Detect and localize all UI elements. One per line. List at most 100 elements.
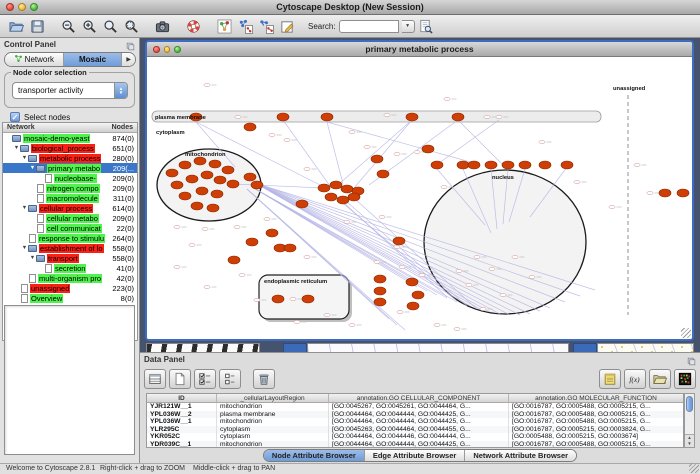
network-node-selected[interactable]: [341, 185, 353, 193]
network-edge[interactable]: [439, 120, 499, 163]
table-cell[interactable]: cytoplasm: [217, 433, 329, 441]
network-node-selected[interactable]: [166, 169, 178, 177]
float-panel-icon[interactable]: [125, 39, 135, 49]
select-nodes-checkbox[interactable]: ✓: [10, 112, 20, 122]
network-edge[interactable]: [283, 120, 330, 186]
network-node-unselected[interactable]: [529, 275, 535, 278]
expand-triangle-icon[interactable]: ▼: [21, 205, 28, 211]
attribute-editor-button[interactable]: [599, 369, 621, 389]
network-node-selected[interactable]: [519, 161, 531, 169]
network-node-selected[interactable]: [214, 176, 226, 184]
table-cell[interactable]: [GO:0045263, GO:0044464, GO:0044455, G..…: [329, 426, 509, 434]
scrollbar-arrows[interactable]: ▲▼: [685, 434, 694, 447]
network-node-selected[interactable]: [457, 161, 469, 169]
network-tree-item[interactable]: mosaic-demo-yeast874(0): [3, 133, 137, 143]
network-tree-item[interactable]: ▼metabolic process280(0): [3, 153, 137, 163]
network-node-unselected[interactable]: [324, 313, 330, 316]
table-row[interactable]: YDR039C__1mitochondrion[GO:0044464, GO:0…: [147, 441, 683, 448]
network-node-unselected[interactable]: [290, 297, 296, 300]
zoom-window-icon[interactable]: [174, 46, 181, 53]
network-node-unselected[interactable]: [204, 285, 210, 288]
network-node-selected[interactable]: [412, 291, 424, 299]
network-node-selected[interactable]: [266, 229, 278, 237]
close-icon[interactable]: [6, 3, 14, 11]
network-node-selected[interactable]: [325, 193, 337, 201]
network-node-selected[interactable]: [179, 161, 191, 169]
column-header[interactable]: _cellularLayoutRegion: [217, 394, 329, 403]
delete-attribute-button[interactable]: [253, 369, 275, 389]
network-node-selected[interactable]: [406, 278, 418, 286]
table-cell[interactable]: mitochondrion: [217, 403, 329, 411]
network-edge[interactable]: [458, 120, 503, 165]
tab-mosaic[interactable]: Mosaic: [64, 53, 123, 66]
network-node-selected[interactable]: [337, 196, 349, 204]
network-node-unselected[interactable]: [254, 298, 260, 301]
network-node-unselected[interactable]: [394, 245, 400, 248]
network-node-unselected[interactable]: [364, 145, 370, 148]
tab-node-attribute-browser[interactable]: Node Attribute Browser: [264, 450, 365, 461]
search-dropdown-button[interactable]: ▼: [402, 20, 415, 33]
network-node-unselected[interactable]: [394, 152, 400, 155]
network-tree-item[interactable]: unassigned223(0): [3, 283, 137, 293]
table-cell[interactable]: [GO:0005488, GO:0005215, GO:0003674]: [509, 433, 683, 441]
column-header[interactable]: ID: [147, 394, 217, 403]
network-node-unselected[interactable]: [441, 185, 447, 188]
network-node-selected[interactable]: [485, 161, 497, 169]
table-cell[interactable]: [GO:0016787, GO:0005488, GO:0005215, G..…: [509, 441, 683, 448]
network-node-selected[interactable]: [452, 113, 464, 121]
network-node-unselected[interactable]: [304, 167, 310, 170]
network-node-unselected[interactable]: [374, 260, 380, 263]
network-node-unselected[interactable]: [456, 269, 462, 272]
new-attribute-button[interactable]: [169, 369, 191, 389]
network-node-unselected[interactable]: [647, 191, 653, 194]
network-node-selected[interactable]: [209, 160, 221, 168]
network-node-selected[interactable]: [502, 161, 514, 169]
network-from-selected-nodes-button[interactable]: [235, 17, 256, 36]
network-node-unselected[interactable]: [235, 115, 241, 118]
resize-grip[interactable]: [681, 328, 691, 338]
network-tree-item[interactable]: ▼transport558(0): [3, 253, 137, 263]
network-node-unselected[interactable]: [239, 273, 245, 276]
tab-overflow-button[interactable]: ▶: [122, 53, 135, 66]
table-cell[interactable]: cytoplasm: [217, 426, 329, 434]
zoom-selected-button[interactable]: [121, 17, 142, 36]
network-node-unselected[interactable]: [466, 283, 472, 286]
network-tree-item[interactable]: multi-organism pro42(0): [3, 273, 137, 283]
network-node-unselected[interactable]: [484, 115, 490, 118]
network-node-selected[interactable]: [561, 161, 573, 169]
background-window-fragment[interactable]: [597, 343, 694, 352]
network-node-selected[interactable]: [296, 200, 308, 208]
close-icon[interactable]: [153, 46, 160, 53]
table-cell[interactable]: [GO:0044464, GO:0044444, GO:0044425, G..…: [329, 441, 509, 448]
network-from-selected-edges-button[interactable]: [256, 17, 277, 36]
network-edge[interactable]: [327, 122, 474, 163]
table-row[interactable]: YLR295Ccytoplasm[GO:0045263, GO:0044464,…: [147, 426, 683, 434]
import-attributes-button[interactable]: [649, 369, 671, 389]
expand-triangle-icon[interactable]: ▼: [21, 245, 28, 251]
network-node-unselected[interactable]: [384, 113, 390, 116]
network-node-selected[interactable]: [321, 113, 333, 121]
zoom-in-button[interactable]: [79, 17, 100, 36]
network-node-unselected[interactable]: [349, 130, 355, 133]
table-cell[interactable]: YDR039C__1: [147, 441, 217, 448]
network-node-selected[interactable]: [374, 287, 386, 295]
table-cell[interactable]: plasma membrane: [217, 411, 329, 419]
table-cell[interactable]: [GO:0016787, GO:0005215, GO:0003824, G..…: [509, 426, 683, 434]
network-tree-item[interactable]: cell communicat22(0): [3, 223, 137, 233]
network-node-selected[interactable]: [393, 237, 405, 245]
table-row[interactable]: YKR052Ccytoplasm[GO:0044464, GO:0044446,…: [147, 433, 683, 441]
minimize-icon[interactable]: [164, 46, 171, 53]
network-node-unselected[interactable]: [434, 323, 440, 326]
zoom-out-button[interactable]: [58, 17, 79, 36]
network-node-selected[interactable]: [539, 161, 551, 169]
table-cell[interactable]: YPL036W__1: [147, 418, 217, 426]
select-attributes-button[interactable]: [194, 369, 216, 389]
node-color-select[interactable]: transporter activity ▲▼: [12, 82, 128, 99]
network-node-unselected[interactable]: [204, 83, 210, 86]
attribute-matrix-button[interactable]: [674, 369, 696, 389]
network-node-unselected[interactable]: [512, 255, 518, 258]
tab-edge-attribute-browser[interactable]: Edge Attribute Browser: [365, 450, 465, 461]
network-node-unselected[interactable]: [202, 227, 208, 230]
network-node-unselected[interactable]: [284, 138, 290, 141]
network-node-unselected[interactable]: [539, 140, 545, 143]
